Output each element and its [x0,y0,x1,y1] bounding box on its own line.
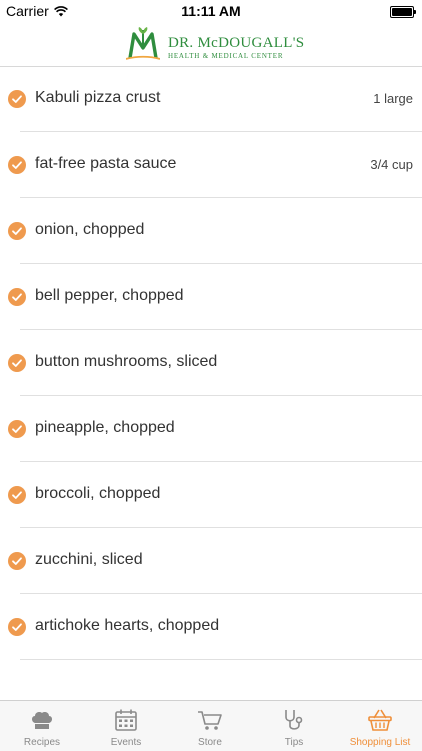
checkmark-icon[interactable] [8,354,26,372]
list-item[interactable]: button mushrooms, sliced [0,330,422,396]
logo-subtitle: HEALTH & MEDICAL CENTER [168,52,284,60]
status-time: 11:11 AM [181,3,241,19]
list-item[interactable]: onion, chopped [0,198,422,264]
item-name: pineapple, chopped [35,419,175,436]
item-name: Kabuli pizza crust [35,89,161,106]
list-item[interactable]: pineapple, chopped [0,396,422,462]
item-name: bell pepper, chopped [35,287,184,304]
list-item[interactable]: fat-free pasta sauce 3/4 cup [0,132,422,198]
app-header: DR. McDOUGALL'S HEALTH & MEDICAL CENTER [0,22,422,67]
list-item[interactable]: bell pepper, chopped [0,264,422,330]
tab-events[interactable]: Events [84,701,168,751]
stethoscope-icon [281,707,307,733]
logo-mark-icon [126,27,160,60]
list-item[interactable]: artichoke hearts, chopped [0,594,422,660]
tab-label: Recipes [23,737,61,748]
checkmark-icon[interactable] [8,222,26,240]
basket-icon [367,707,393,733]
tab-label: Store [198,737,222,748]
checkmark-icon[interactable] [8,156,26,174]
item-name: artichoke hearts, chopped [35,617,220,634]
item-name: broccoli, chopped [35,485,161,502]
logo-title: DR. McDOUGALL'S [168,35,305,51]
item-name: onion, chopped [35,221,145,238]
list-item[interactable]: zucchini, sliced [0,528,422,594]
list-item[interactable]: Kabuli pizza crust 1 large [0,66,422,132]
tab-shopping-list[interactable]: Shopping List [338,701,422,751]
tab-label: Tips [284,737,304,748]
calendar-icon [113,707,139,733]
item-quantity: 3/4 cup [370,157,413,172]
tab-store[interactable]: Store [168,701,252,751]
tab-label: Shopping List [349,737,411,748]
checkmark-icon[interactable] [8,618,26,636]
status-bar: Carrier 11:11 AM [0,0,422,22]
tab-recipes[interactable]: Recipes [0,701,84,751]
tab-bar: Recipes Events Store Tips Shopping List [0,700,422,751]
item-name: zucchini, sliced [35,551,143,568]
shopping-list: Kabuli pizza crust 1 large fat-free pasta … [0,66,422,660]
item-name: fat-free pasta sauce [35,155,177,172]
checkmark-icon[interactable] [8,90,26,108]
cart-icon [197,707,223,733]
tab-label: Events [110,737,142,748]
item-quantity: 1 large [373,91,413,106]
checkmark-icon[interactable] [8,420,26,438]
item-name: button mushrooms, sliced [35,353,218,370]
mcdougall-logo: DR. McDOUGALL'S HEALTH & MEDICAL CENTER [122,24,305,64]
battery-icon [390,6,416,18]
tab-tips[interactable]: Tips [252,701,336,751]
chef-hat-icon [29,707,55,733]
checkmark-icon[interactable] [8,552,26,570]
list-item[interactable]: broccoli, chopped [0,462,422,528]
checkmark-icon[interactable] [8,288,26,306]
checkmark-icon[interactable] [8,486,26,504]
